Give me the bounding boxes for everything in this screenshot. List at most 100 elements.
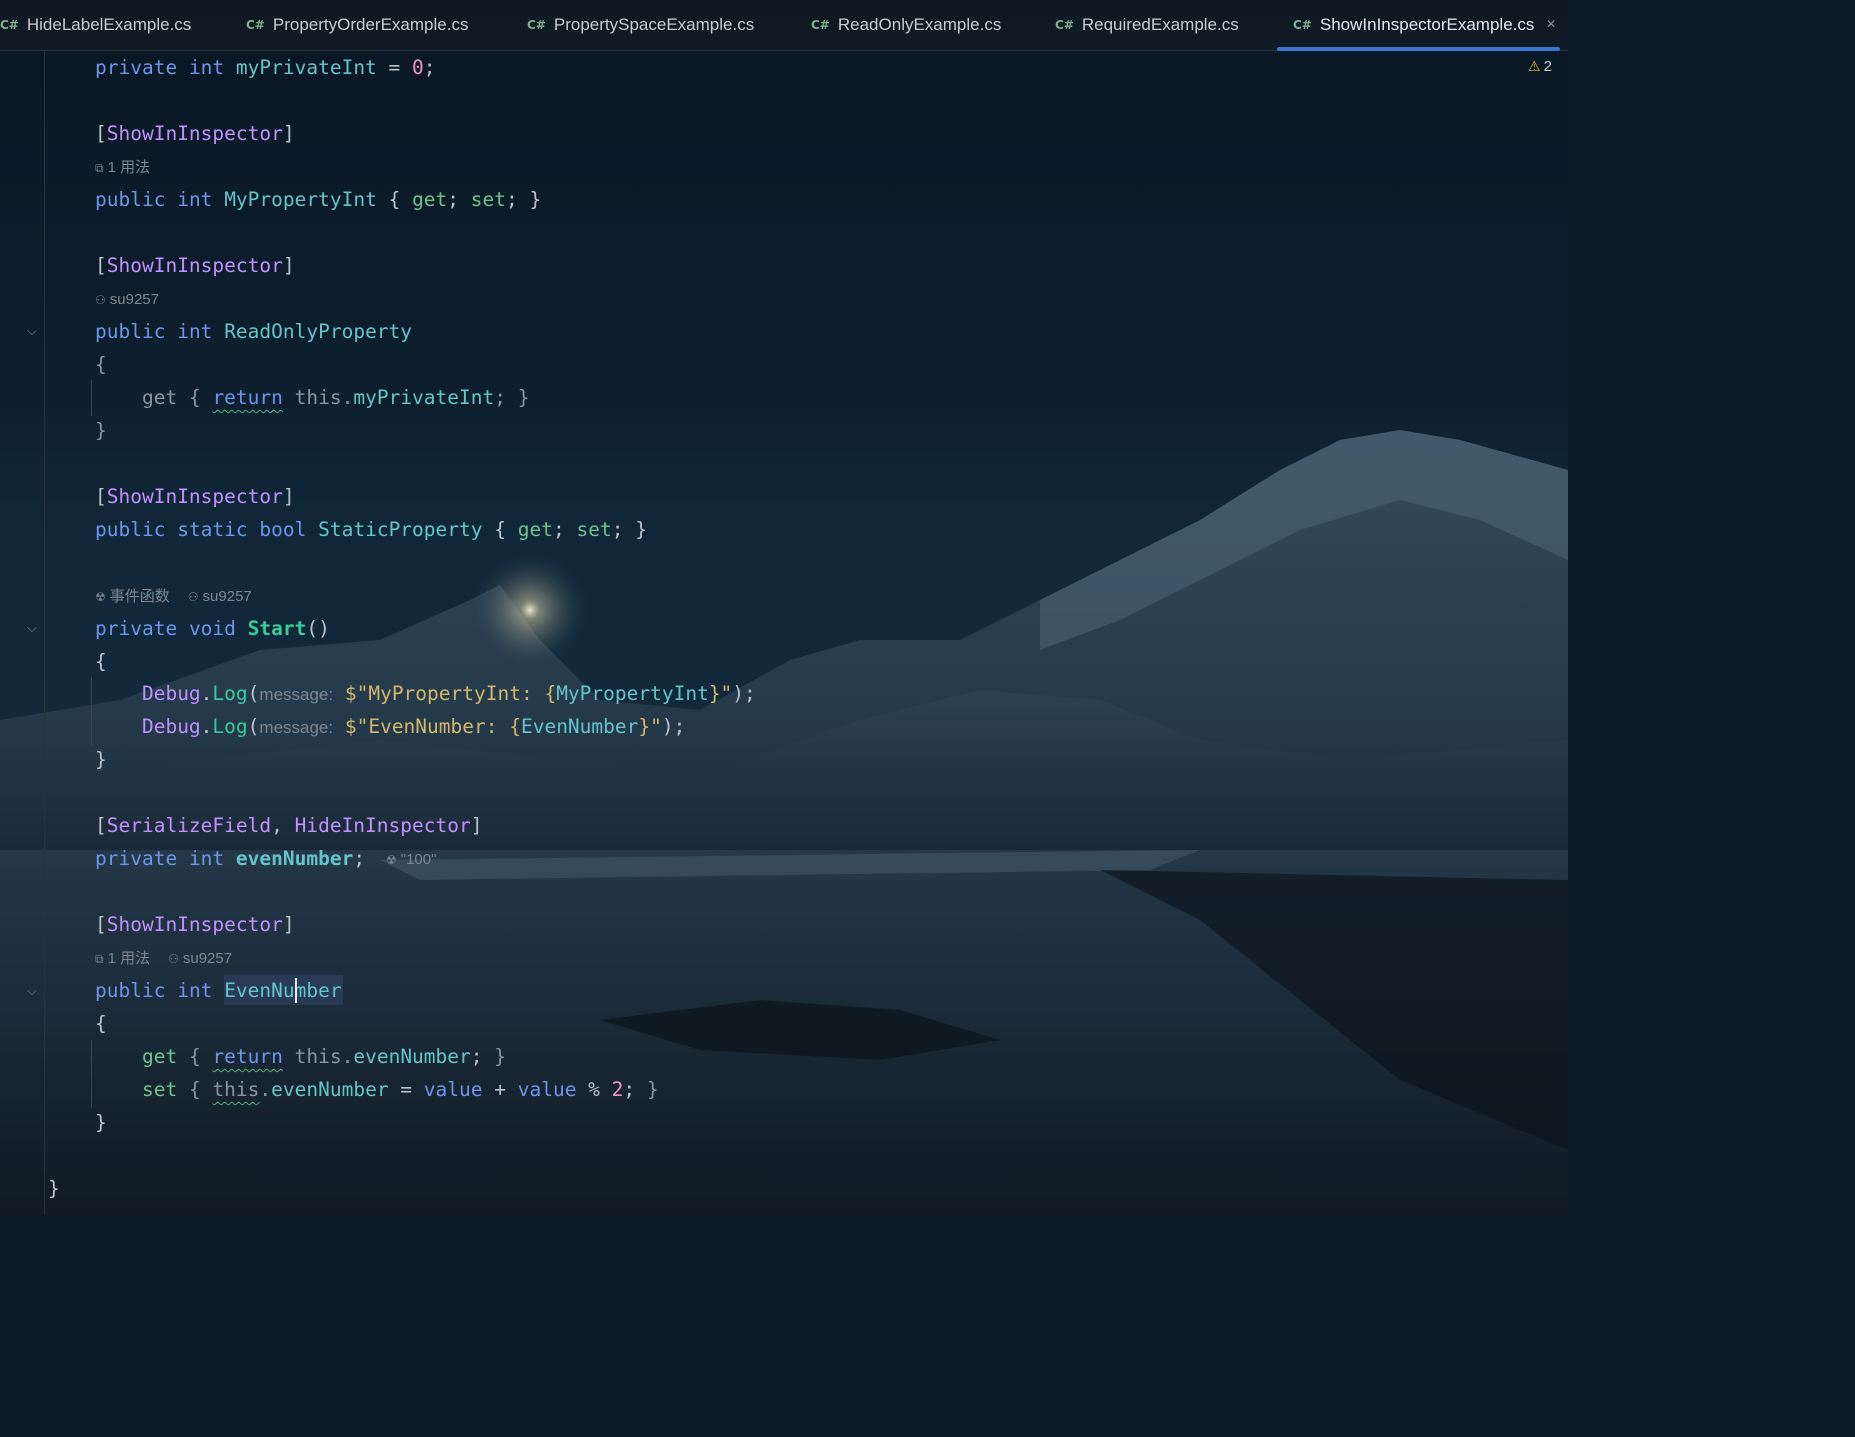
code-line[interactable]: } — [95, 417, 107, 445]
fold-chevron-icon[interactable]: ⌵ — [27, 324, 41, 338]
hint-text: su9257 — [182, 950, 233, 967]
code-line[interactable]: public int ReadOnlyProperty — [95, 318, 412, 346]
tab-label: RequiredExample.cs — [1081, 15, 1239, 34]
operator: = — [376, 56, 413, 79]
code-line[interactable]: } — [95, 1109, 107, 1137]
field-name: evenNumber — [235, 847, 354, 870]
tab-readonlyexample[interactable]: C# ReadOnlyExample.cs — [811, 0, 1001, 50]
property-name: ReadOnlyProperty — [224, 320, 413, 343]
keyword: static — [177, 518, 248, 541]
csharp-file-icon: C# — [0, 18, 19, 32]
code-line[interactable]: get { return this.evenNumber; } — [95, 1043, 506, 1071]
code-line[interactable]: set { this.evenNumber = value + value % … — [95, 1076, 659, 1104]
code-line[interactable]: [ShowInInspector] — [95, 911, 295, 939]
active-tab-indicator — [1277, 47, 1560, 51]
code-line[interactable]: private int evenNumber; — [95, 845, 365, 873]
code-line[interactable]: [ShowInInspector] — [95, 252, 295, 280]
class-name: Debug — [141, 682, 201, 705]
editor-tab-bar: C# HideLabelExample.cs C# PropertyOrderE… — [0, 0, 1568, 51]
code-line[interactable]: public int MyPropertyInt { get; set; } — [95, 186, 541, 214]
usage-icon: ⧉ — [95, 952, 104, 966]
fold-chevron-icon[interactable]: ⌵ — [27, 621, 41, 635]
code-line[interactable]: [SerializeField, HideInInspector] — [95, 812, 482, 840]
field-name: myPrivateInt — [353, 386, 495, 409]
attribute-name: HideInInspector — [294, 814, 471, 837]
attribute-name: ShowInInspector — [106, 485, 283, 508]
tab-propertyspaceexample[interactable]: C# PropertySpaceExample.cs — [527, 0, 754, 50]
indent-guide — [91, 677, 92, 745]
keyword: private — [95, 617, 178, 640]
method-name: Start — [247, 617, 307, 640]
warning-triangle-icon: ⚠ — [1528, 58, 1541, 74]
tab-hidelabelexample[interactable]: C# HideLabelExample.cs — [0, 0, 191, 50]
accessor-keyword: get — [517, 518, 553, 541]
class-name: Debug — [141, 715, 201, 738]
keyword: private — [95, 847, 178, 870]
tab-showininspectorexample[interactable]: C# ShowInInspectorExample.cs × — [1277, 0, 1560, 51]
fold-chevron-icon[interactable]: ⌵ — [27, 984, 41, 998]
code-line[interactable]: [ShowInInspector] — [95, 483, 295, 511]
field-name: evenNumber — [353, 1045, 471, 1068]
punctuation: ; — [353, 847, 366, 870]
punctuation: () — [306, 617, 330, 640]
keyword: int — [177, 188, 213, 211]
code-line[interactable]: { — [95, 351, 107, 379]
accessor-keyword: get — [412, 188, 448, 211]
accessor-keyword: set — [470, 188, 507, 211]
gutter-separator — [44, 51, 45, 1215]
property-name: MyPropertyInt — [224, 188, 377, 211]
operator: = — [388, 1078, 424, 1101]
keyword: int — [188, 847, 225, 870]
tab-label: ShowInInspectorExample.cs — [1319, 15, 1535, 34]
tab-propertyorderexample[interactable]: C# PropertyOrderExample.cs — [246, 0, 468, 50]
usage-hint[interactable]: ⧉ 1 用法 — [95, 158, 150, 178]
author-hint[interactable]: ⚇ su9257 — [95, 290, 159, 310]
string-literal: $"MyPropertyInt: { — [344, 682, 557, 705]
unity-serialized-icon: ☢ — [386, 853, 397, 867]
tab-label: ReadOnlyExample.cs — [837, 15, 1002, 34]
code-line[interactable]: private int myPrivateInt = 0; — [95, 54, 436, 82]
usage-author-hint[interactable]: ⧉ 1 用法 ⚇ su9257 — [95, 949, 232, 969]
code-line[interactable]: public int EvenNumber — [95, 977, 342, 1005]
keyword: int — [177, 320, 213, 343]
author-icon: ⚇ — [187, 590, 199, 604]
usage-icon: ⧉ — [95, 161, 104, 175]
code-line[interactable]: public static bool StaticProperty { get;… — [95, 516, 647, 544]
code-line[interactable]: } — [48, 1175, 60, 1203]
keyword: public — [95, 188, 166, 211]
tab-label: PropertyOrderExample.cs — [272, 15, 469, 34]
tab-requiredexample[interactable]: C# RequiredExample.cs — [1055, 0, 1239, 50]
code-line[interactable]: } — [95, 746, 107, 774]
editor-window: C# HideLabelExample.cs C# PropertyOrderE… — [0, 0, 1568, 1215]
string-literal: $"EvenNumber: { — [344, 715, 521, 738]
code-line[interactable]: Debug.Log(message: $"MyPropertyInt: {MyP… — [95, 680, 756, 709]
background-landscape-image — [0, 430, 1568, 1215]
keyword: bool — [259, 518, 307, 541]
code-line[interactable]: Debug.Log(message: $"EvenNumber: {EvenNu… — [95, 713, 685, 742]
interpolation-expression: EvenNumber — [520, 715, 639, 738]
hint-text: "100" — [400, 851, 437, 868]
author-icon: ⚇ — [168, 952, 179, 966]
code-line[interactable]: private void Start() — [95, 615, 330, 643]
serialized-value-hint[interactable]: ☢ "100" — [386, 850, 436, 870]
hint-text: su9257 — [109, 291, 159, 308]
number-literal: 2 — [611, 1078, 624, 1101]
warning-count: 2 — [1543, 58, 1552, 75]
number-literal: 0 — [412, 56, 424, 79]
warning-indicator[interactable]: ⚠ 2 — [1528, 58, 1552, 75]
string-literal: }" — [638, 715, 662, 738]
keyword: int — [177, 979, 213, 1002]
event-function-hint[interactable]: ☢ 事件函数 ⚇ su9257 — [95, 587, 252, 607]
parameter-hint: message: — [259, 685, 334, 704]
code-line[interactable]: get { return this.myPrivateInt; } — [95, 384, 530, 412]
close-icon[interactable]: × — [1546, 16, 1555, 34]
attribute-name: ShowInInspector — [106, 122, 283, 145]
code-line[interactable]: { — [95, 1010, 107, 1038]
csharp-file-icon: C# — [246, 18, 265, 32]
code-line[interactable]: { — [95, 648, 107, 676]
code-line[interactable]: [ShowInInspector] — [95, 120, 295, 148]
csharp-file-icon: C# — [1055, 18, 1074, 32]
keyword: this — [212, 1078, 260, 1101]
accessor-keyword: get — [141, 1045, 178, 1068]
indent-guide — [91, 380, 92, 416]
